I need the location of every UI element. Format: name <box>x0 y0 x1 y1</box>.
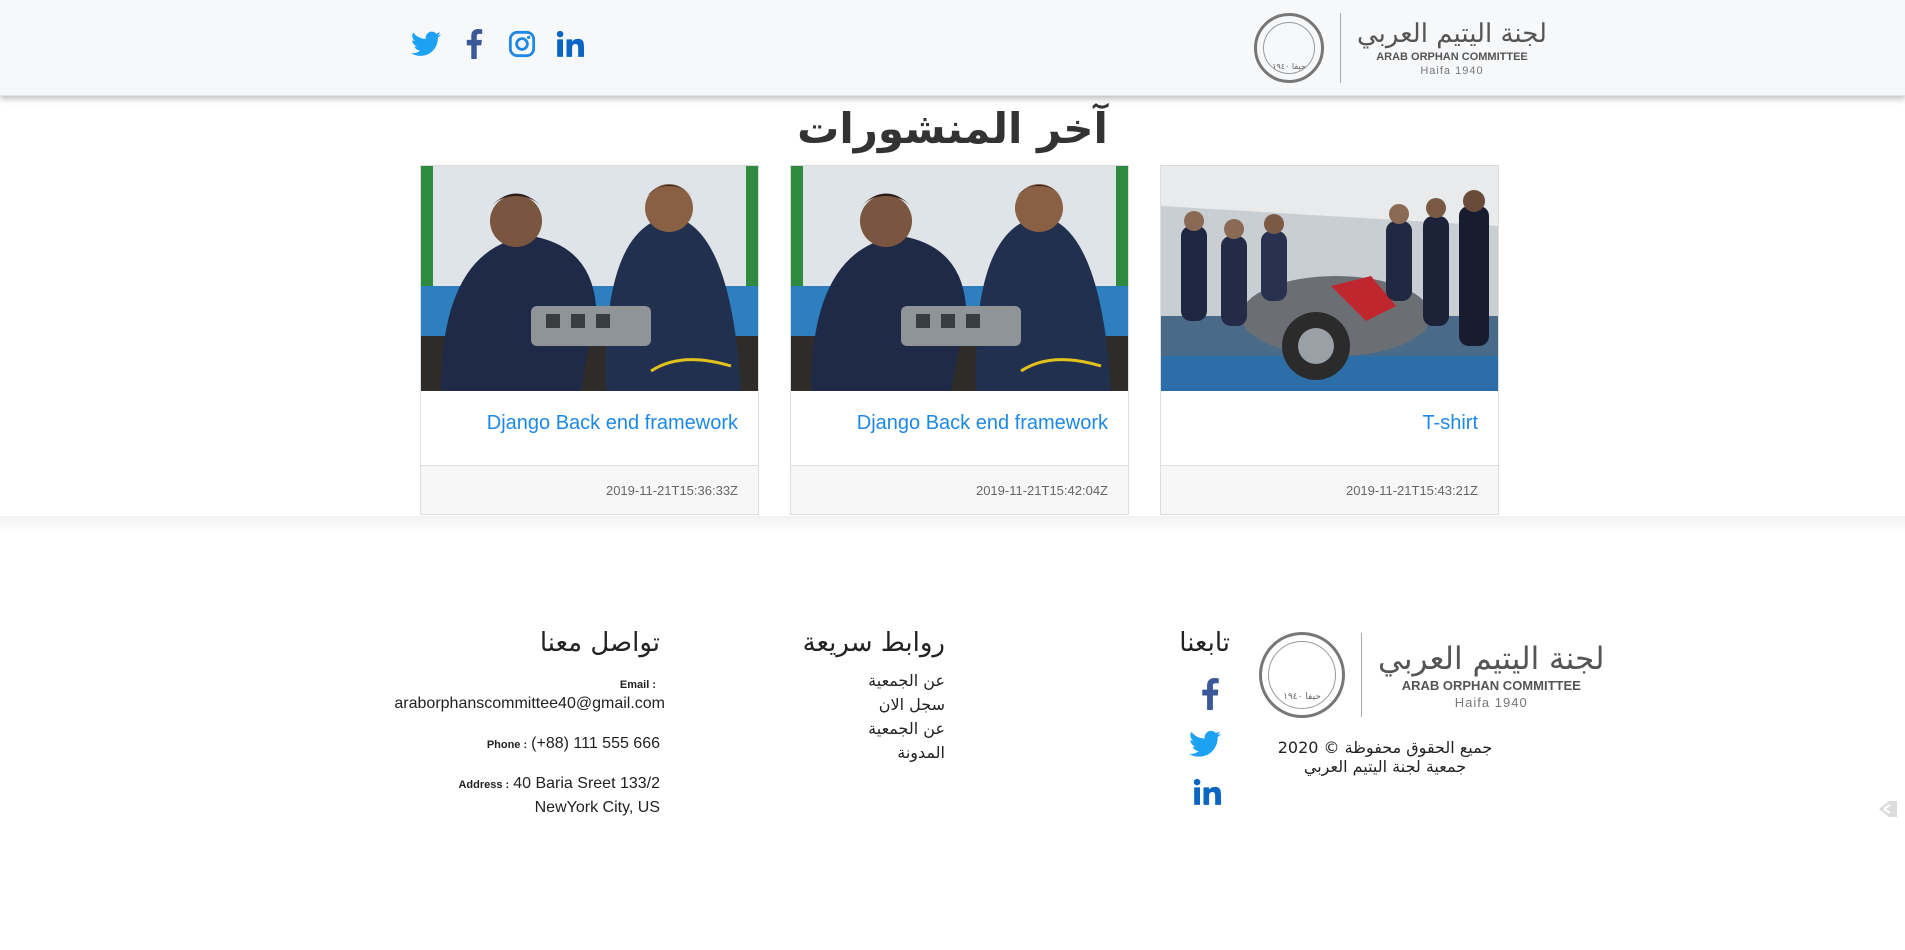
phone-label: Phone : <box>486 739 528 751</box>
post-image[interactable] <box>421 166 758 391</box>
contact-title: تواصل معنا <box>539 628 660 658</box>
section-divider <box>0 516 1905 534</box>
logo-arabic-text: لجنة اليتيم العربي <box>1378 640 1605 677</box>
latest-posts-title: آخر المنشورات <box>797 104 1108 153</box>
address-line2: NewYork City, US <box>534 799 660 816</box>
header-logo[interactable]: حيفا ١٩٤٠ لجنة اليتيم العربي ARAB ORPHAN… <box>1254 12 1547 84</box>
logo-english-text: ARAB ORPHAN COMMITTEE <box>1401 677 1581 693</box>
post-card-footer: 2019-11-21T15:36:33Z <box>421 465 758 514</box>
post-card[interactable]: Django Back end framework 2019-11-21T15:… <box>420 165 759 515</box>
header-social-links <box>410 28 586 60</box>
post-card[interactable]: Django Back end framework 2019-11-21T15:… <box>790 165 1129 515</box>
address-label: Address : <box>458 779 510 791</box>
copyright-line2: جمعية لجنة اليتيم العربي <box>1303 757 1467 776</box>
quick-links-title: روابط سريعة <box>802 628 945 658</box>
post-title-link[interactable]: Django Back end framework <box>487 412 738 435</box>
follow-title: تابعنا <box>1179 628 1230 658</box>
facebook-icon[interactable] <box>458 28 490 60</box>
footer-logo[interactable]: حيفا ١٩٤٠ لجنة اليتيم العربي ARAB ORPHAN… <box>1259 632 1604 718</box>
quick-link-about[interactable]: عن الجمعية <box>868 671 945 690</box>
copyright-line1: جميع الحقوق محفوظة © 2020 <box>1277 738 1493 757</box>
scroll-to-top-icon[interactable] <box>1876 797 1900 821</box>
address-line1: 40 Baria Sreet 133/2 <box>513 775 660 792</box>
facebook-icon[interactable] <box>1190 674 1230 714</box>
quick-link-register[interactable]: سجل الان <box>879 695 945 714</box>
twitter-icon[interactable] <box>410 28 442 60</box>
linkedin-icon[interactable] <box>554 28 586 60</box>
logo-arabic-text: لجنة اليتيم العربي <box>1357 19 1547 49</box>
logo-divider <box>1361 633 1362 717</box>
logo-divider <box>1340 13 1341 83</box>
phone-number[interactable]: (+88) 111 555 666 <box>531 735 660 753</box>
logo-wordmark: لجنة اليتيم العربي ARAB ORPHAN COMMITTEE… <box>1357 18 1547 78</box>
post-card-footer: 2019-11-21T15:43:21Z <box>1161 465 1498 514</box>
post-date: 2019-11-21T15:43:21Z <box>1345 483 1478 498</box>
post-card[interactable]: T-shirt 2019-11-21T15:43:21Z <box>1160 165 1499 515</box>
logo-seal-icon: حيفا ١٩٤٠ <box>1254 13 1324 83</box>
email-label: Email : <box>619 679 656 691</box>
logo-subtitle: Haifa 1940 <box>1420 65 1484 77</box>
logo-wordmark: لجنة اليتيم العربي ARAB ORPHAN COMMITTEE… <box>1378 640 1604 711</box>
quick-link-blog[interactable]: المدونة <box>897 743 945 762</box>
post-date: 2019-11-21T15:36:33Z <box>605 483 738 498</box>
logo-subtitle: Haifa 1940 <box>1454 694 1528 710</box>
post-title-link[interactable]: T-shirt <box>1422 412 1478 435</box>
post-image[interactable] <box>791 166 1128 391</box>
post-date: 2019-11-21T15:42:04Z <box>975 483 1108 498</box>
post-card-footer: 2019-11-21T15:42:04Z <box>791 465 1128 514</box>
logo-seal-icon: حيفا ١٩٤٠ <box>1259 632 1345 718</box>
instagram-icon[interactable] <box>506 28 538 60</box>
post-image[interactable] <box>1161 166 1498 391</box>
email-link[interactable]: araborphanscommittee40@gmail.com <box>394 695 665 713</box>
post-title-link[interactable]: Django Back end framework <box>857 412 1108 435</box>
linkedin-icon[interactable] <box>1187 772 1227 812</box>
twitter-icon[interactable] <box>1185 724 1225 764</box>
quick-link-about-2[interactable]: عن الجمعية <box>868 719 945 738</box>
logo-english-text: ARAB ORPHAN COMMITTEE <box>1376 51 1528 63</box>
site-header: حيفا ١٩٤٠ لجنة اليتيم العربي ARAB ORPHAN… <box>0 0 1905 96</box>
